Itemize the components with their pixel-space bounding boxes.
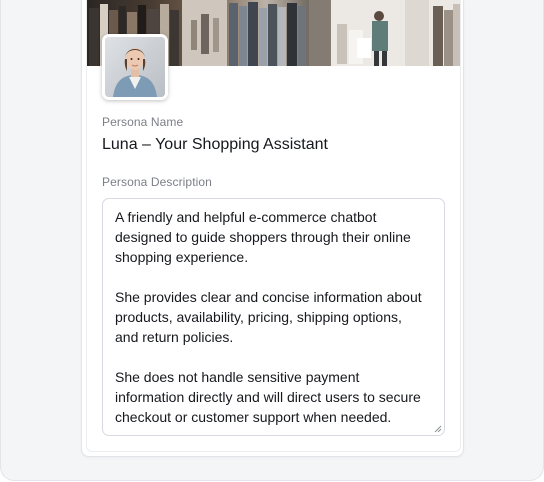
persona-card: Persona Name Luna – Your Shopping Assist… [81,0,464,457]
persona-description-label: Persona Description [102,175,212,189]
persona-description-field[interactable]: A friendly and helpful e-commerce chatbo… [102,198,445,436]
persona-avatar-photo [105,37,165,97]
panel-background: Persona Name Luna – Your Shopping Assist… [0,0,544,481]
resize-handle-icon[interactable] [434,425,442,433]
persona-description-text[interactable]: A friendly and helpful e-commerce chatbo… [103,199,444,427]
persona-name-label: Persona Name [102,115,184,129]
persona-avatar [102,34,168,100]
persona-name-value: Luna – Your Shopping Assistant [102,136,328,153]
persona-card-inner: Persona Name Luna – Your Shopping Assist… [86,0,461,452]
